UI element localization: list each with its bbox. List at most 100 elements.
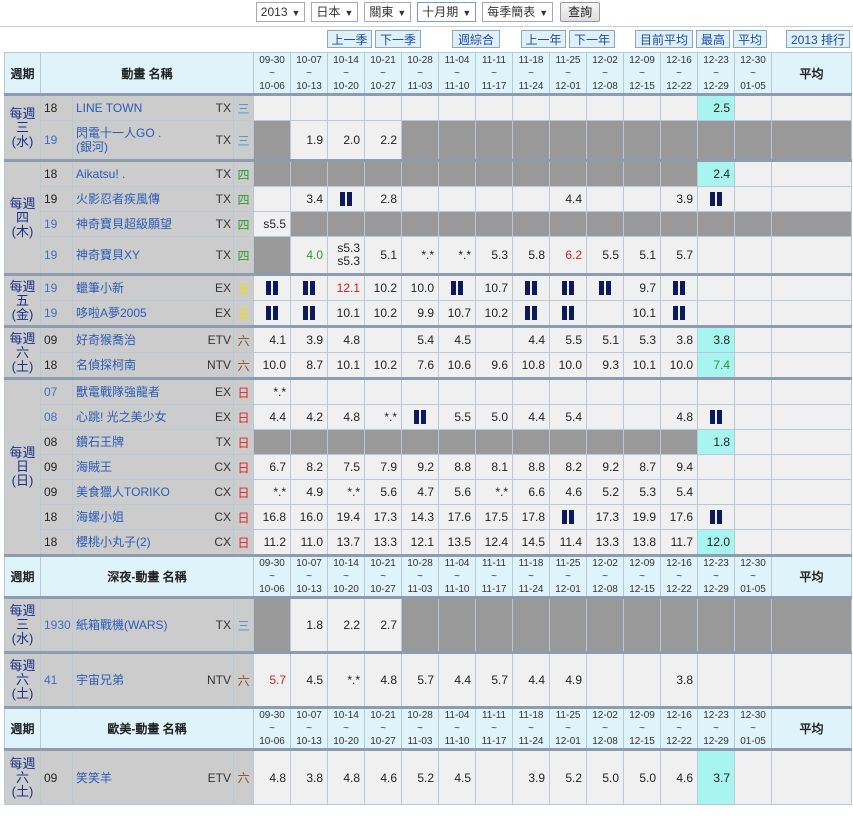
rating-cell: 4.8 [327, 325, 366, 353]
average-button[interactable]: 平均 [733, 30, 767, 48]
week-end: 12-29 [703, 80, 729, 92]
rating-cell [697, 377, 736, 405]
week-start: 11-18 [518, 558, 544, 569]
anime-title-link[interactable]: 紙箱戰機(WARS) [76, 618, 168, 632]
rating-value: 14.3 [410, 510, 435, 524]
station-label: ETV [207, 333, 231, 347]
weekly-summary-button[interactable]: 週綜合 [452, 30, 500, 48]
anime-title-link[interactable]: 心跳! 光之美少女 [76, 410, 167, 424]
rating-value: 5.0 [602, 770, 620, 785]
rating-value: 10.1 [632, 358, 657, 372]
query-button[interactable]: 查詢 [560, 2, 601, 22]
prev-year-button[interactable]: 上一年 [521, 30, 566, 48]
next-year-button[interactable]: 下一年 [569, 30, 615, 48]
anime-title-link[interactable]: 笑笑羊 [76, 771, 112, 785]
average-cell [771, 273, 853, 301]
weekday-group-label: 每週 六 (土) [4, 748, 41, 805]
rating-cell [734, 651, 773, 708]
rating-cell: 12.4 [475, 529, 514, 556]
average-cell [771, 186, 853, 212]
rating-value: 19.4 [336, 510, 361, 524]
station-label: NTV [207, 358, 231, 372]
anime-title-link[interactable]: 鑽石王牌 [76, 435, 124, 449]
week-range-header: 10-14 ~10-20 [327, 554, 366, 598]
anime-title-link[interactable]: 宇宙兄弟 [76, 673, 124, 687]
rating-value: 10.2 [484, 306, 509, 320]
next-season-button[interactable]: 下一季 [375, 30, 421, 48]
pause-icon [523, 280, 539, 296]
ranking-button[interactable]: 2013 排行 [786, 30, 850, 48]
rating-value: 10.0 [262, 358, 287, 372]
average-cell [771, 429, 853, 455]
rating-value: *.* [458, 248, 472, 262]
anime-title-link[interactable]: 哆啦A夢2005 [76, 306, 147, 320]
rating-cell: 5.7 [401, 651, 440, 708]
week-tilde: ~ [713, 723, 719, 734]
blocked-cell [549, 211, 588, 237]
anime-name-cell: 獸電戰隊強龍者 EX [72, 377, 234, 405]
rating-value: 3.8 [676, 333, 694, 347]
country-select[interactable]: 日本 ▼ [311, 2, 359, 22]
rating-cell: 2.2 [364, 120, 403, 161]
rating-value: 4.4 [528, 333, 546, 347]
station-label: EX [214, 385, 231, 399]
anime-name-cell: 鑽石王牌 TX [72, 429, 234, 455]
highest-button[interactable]: 最高 [696, 30, 730, 48]
week-start: 10-14 [333, 558, 359, 569]
rating-cell [290, 300, 329, 327]
anime-title-link[interactable]: Aikatsu! . [76, 167, 125, 181]
anime-title-link[interactable]: 閃電十一人GO . (銀河) [76, 126, 161, 154]
rating-cell: 5.4 [660, 479, 699, 505]
week-tilde: ~ [713, 571, 719, 582]
week-end: 12-08 [592, 80, 618, 92]
rating-value: 5.2 [417, 770, 435, 785]
station-label: TX [215, 217, 231, 231]
anime-name-wrap: 蠟筆小新 EX [76, 281, 231, 295]
anime-title-link[interactable]: 神奇寶貝XY [76, 248, 140, 262]
rating-cell: 4.2 [290, 404, 329, 430]
rating-cell: 11.2 [253, 529, 292, 556]
anime-title-link[interactable]: 櫻桃小丸子(2) [76, 535, 151, 549]
week-tilde: ~ [750, 67, 756, 79]
blocked-cell [771, 211, 853, 237]
pause-icon [412, 409, 428, 425]
week-start: 12-23 [703, 710, 729, 721]
table-row: 18 海螺小姐 CX 日 16.8 16.0 19.4 17.3 14.3 17.6 17.5 17.… [5, 504, 853, 530]
rating-cell: 3.8 [660, 651, 699, 708]
week-end: 10-13 [296, 80, 322, 92]
week-end: 01-05 [740, 80, 766, 92]
anime-title-link[interactable]: 美食獵人TORIKO [76, 485, 170, 499]
prev-season-button[interactable]: 上一季 [327, 30, 372, 48]
rating-cell [438, 186, 477, 212]
week-start: 12-23 [703, 54, 729, 66]
week-end: 12-29 [703, 736, 729, 747]
anime-title-link[interactable]: 海螺小姐 [76, 510, 124, 524]
anime-title-link[interactable]: 神奇寶貝超級願望 [76, 217, 172, 231]
week-tilde: ~ [306, 67, 312, 79]
period-select[interactable]: 十月期 ▼ [417, 2, 477, 22]
rating-cell [586, 186, 625, 212]
year-select[interactable]: 2013 ▼ [255, 2, 306, 22]
week-range-header: 11-25 ~12-01 [549, 706, 588, 750]
weekday-label: 五 [232, 273, 255, 301]
region-select[interactable]: 關東 ▼ [364, 2, 412, 22]
anime-title-link[interactable]: 蠟筆小新 [76, 281, 124, 295]
anime-title-link[interactable]: LINE TOWN [76, 101, 142, 115]
rating-value: 9.4 [676, 460, 694, 474]
view-value: 每季簡表 [487, 5, 536, 19]
anime-title-link[interactable]: 海賊王 [76, 460, 112, 474]
rating-cell: 10.1 [327, 300, 366, 327]
rating-cell: 10.0 [401, 273, 440, 301]
rating-cell [475, 377, 514, 405]
time-slot: 07 [40, 377, 73, 405]
blocked-cell [401, 429, 440, 455]
week-tilde: ~ [454, 723, 460, 734]
blocked-cell [327, 429, 366, 455]
anime-title-link[interactable]: 獸電戰隊強龍者 [76, 385, 160, 399]
current-average-button[interactable]: 目前平均 [635, 30, 693, 48]
anime-title-link[interactable]: 名偵探柯南 [76, 358, 136, 372]
anime-title-link[interactable]: 火影忍者疾風傳 [76, 192, 160, 206]
view-select[interactable]: 每季簡表 ▼ [482, 2, 554, 22]
table-row: 每週 四 (木) 18 Aikatsu! . TX 四 2.4 [4, 159, 853, 275]
anime-title-link[interactable]: 好奇猴喬治 [76, 333, 136, 347]
